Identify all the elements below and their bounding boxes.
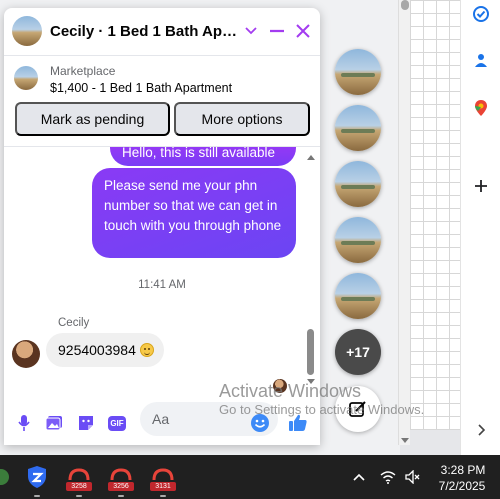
message-composer: GIF xyxy=(4,397,320,445)
sender-name: Cecily xyxy=(58,317,90,329)
app-partial-icon[interactable] xyxy=(0,464,14,490)
background-grid xyxy=(410,0,460,430)
chat-header[interactable]: Cecily · 1 Bed 1 Bath Apart… xyxy=(4,8,320,56)
running-indicator xyxy=(118,495,124,497)
contacts-person-icon[interactable] xyxy=(471,50,491,70)
app-icon[interactable]: 3258 xyxy=(66,464,92,497)
contact-avatar[interactable] xyxy=(12,16,42,46)
scroll-down-arrow-icon[interactable] xyxy=(401,438,409,443)
incoming-message: 9254003984 xyxy=(46,333,164,367)
taskbar: 3258 3256 3131 3:28 PM 7/2/2025 xyxy=(0,455,500,499)
message-timestamp: 11:41 AM xyxy=(138,279,186,291)
running-indicator xyxy=(76,495,82,497)
read-receipt-avatar xyxy=(273,379,287,393)
maps-pin-icon[interactable] xyxy=(471,98,491,118)
mark-as-pending-button[interactable]: Mark as pending xyxy=(15,102,170,136)
chat-head-avatar[interactable] xyxy=(335,161,381,207)
listing-thumbnail[interactable] xyxy=(14,66,38,90)
chat-head-avatar[interactable] xyxy=(335,217,381,263)
scroll-up-arrow-icon[interactable] xyxy=(307,155,315,160)
tasks-check-icon[interactable] xyxy=(471,4,491,24)
sticker-icon[interactable] xyxy=(76,413,96,433)
right-sidebar xyxy=(460,0,500,455)
close-icon[interactable] xyxy=(292,20,314,42)
volume-muted-icon[interactable] xyxy=(405,469,421,485)
thumbs-up-icon[interactable] xyxy=(288,413,308,433)
add-plus-icon[interactable] xyxy=(471,176,491,196)
emoji-icon[interactable] xyxy=(250,413,270,433)
app-badge: 3131 xyxy=(150,482,176,491)
message-scrollbar-thumb[interactable] xyxy=(307,329,314,375)
chat-head-avatar[interactable] xyxy=(335,49,381,95)
page-scrollbar[interactable] xyxy=(398,0,410,445)
clock-time[interactable]: 3:28 PM xyxy=(436,463,490,477)
message-list[interactable]: Hello, this is still available Please se… xyxy=(4,147,320,397)
chat-head-avatar[interactable] xyxy=(335,105,381,151)
running-indicator xyxy=(34,495,40,497)
chevron-down-icon[interactable] xyxy=(240,20,262,42)
clock-date[interactable]: 7/2/2025 xyxy=(432,479,492,493)
more-chats-count: +17 xyxy=(346,344,370,360)
chat-title[interactable]: Cecily · 1 Bed 1 Bath Apart… xyxy=(50,23,240,40)
listing-source: Marketplace xyxy=(50,64,116,78)
app-badge: 3256 xyxy=(108,482,134,491)
microphone-icon[interactable] xyxy=(14,413,34,433)
compose-icon xyxy=(349,401,366,417)
gif-icon[interactable]: GIF xyxy=(106,413,128,433)
message-scrollbar[interactable] xyxy=(306,155,316,387)
marketplace-listing-card: Marketplace $1,400 - 1 Bed 1 Bath Apartm… xyxy=(4,56,320,147)
app-badge: 3258 xyxy=(66,482,92,491)
scroll-down-arrow-icon[interactable] xyxy=(307,379,315,384)
more-chats-button[interactable]: +17 xyxy=(335,329,381,375)
listing-title[interactable]: $1,400 - 1 Bed 1 Bath Apartment xyxy=(50,81,232,95)
app-icon[interactable]: 3256 xyxy=(108,464,134,497)
new-message-button[interactable] xyxy=(335,386,381,432)
chevron-up-icon[interactable] xyxy=(351,469,367,485)
chat-head-avatar[interactable] xyxy=(335,273,381,319)
wifi-icon[interactable] xyxy=(380,469,396,485)
app-shield-icon[interactable] xyxy=(24,464,50,497)
chat-window: Cecily · 1 Bed 1 Bath Apart… Marketplace… xyxy=(4,8,320,445)
smiley-emoji-icon xyxy=(139,343,154,357)
outgoing-message: Please send me your phn number so that w… xyxy=(92,168,296,258)
outgoing-message: Hello, this is still available xyxy=(110,147,296,166)
incoming-message-text: 9254003984 xyxy=(58,342,136,358)
minimize-icon[interactable] xyxy=(266,20,288,42)
image-icon[interactable] xyxy=(44,413,64,433)
app-icon[interactable]: 3131 xyxy=(150,464,176,497)
running-indicator xyxy=(160,495,166,497)
page-scrollbar-thumb[interactable] xyxy=(401,0,409,10)
chevron-right-icon[interactable] xyxy=(471,420,491,440)
sender-avatar[interactable] xyxy=(12,340,40,368)
gif-label: GIF xyxy=(108,415,126,431)
more-options-button[interactable]: More options xyxy=(174,102,310,136)
